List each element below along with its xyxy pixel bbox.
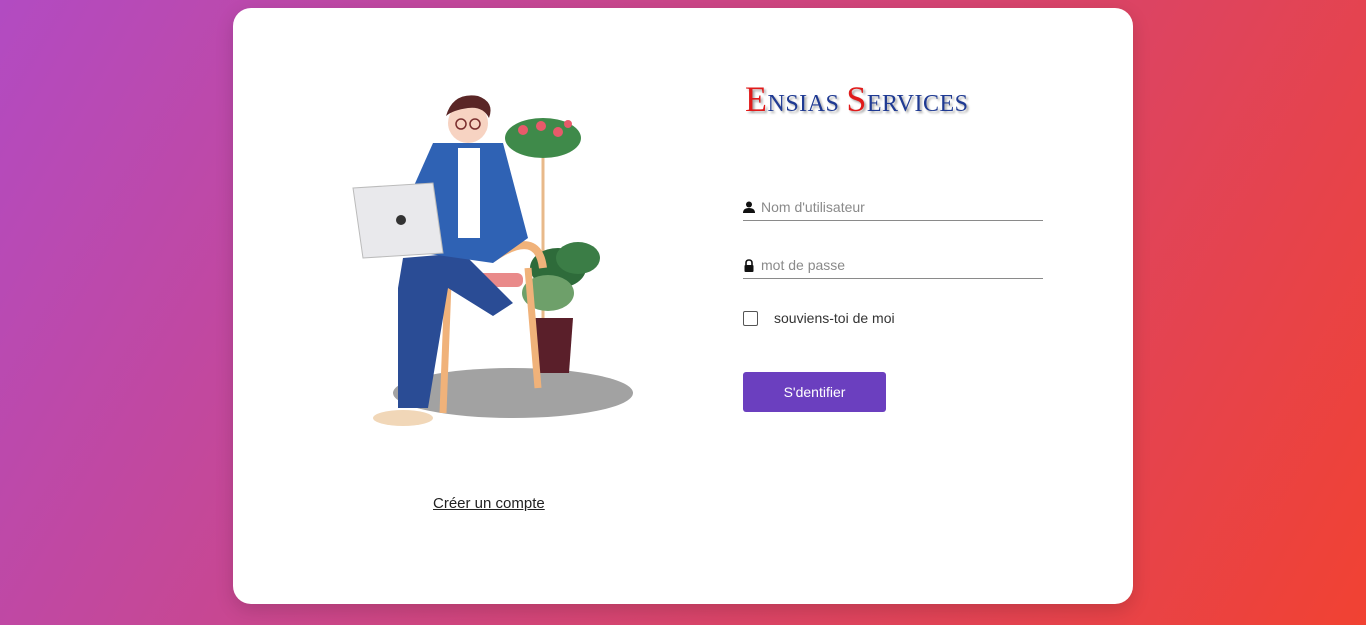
login-card: Créer un compte ENSIAS SERVICES souviens… (233, 8, 1133, 604)
illustration-person-laptop (352, 95, 633, 426)
remember-me-label: souviens-toi de moi (774, 310, 895, 326)
login-button[interactable]: S'dentifier (743, 372, 886, 412)
remember-me-checkbox[interactable] (743, 310, 758, 326)
brand-logo: ENSIAS SERVICES (745, 79, 969, 119)
password-input[interactable] (759, 257, 1031, 273)
lock-icon (743, 258, 757, 272)
password-field (743, 252, 1043, 279)
user-icon (743, 200, 757, 214)
username-field (743, 194, 1043, 221)
remember-me: souviens-toi de moi (743, 310, 895, 326)
create-account-link[interactable]: Créer un compte (433, 495, 545, 512)
username-input[interactable] (759, 199, 1031, 215)
